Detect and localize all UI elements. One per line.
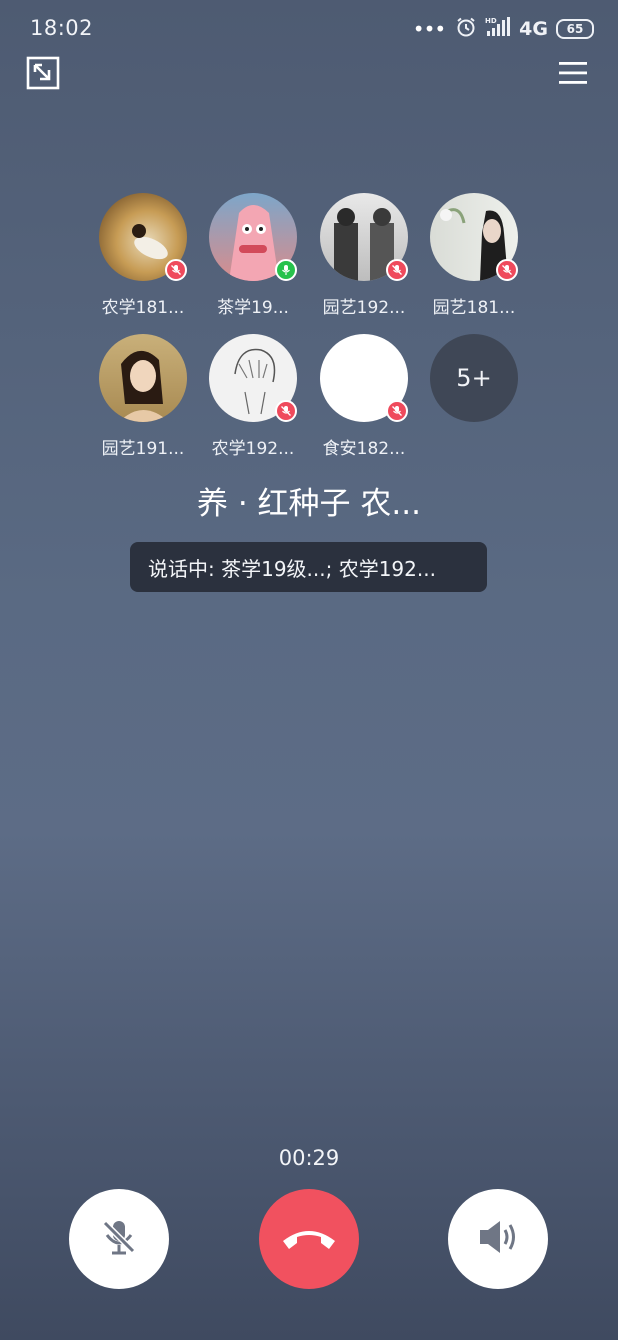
member-item[interactable]: 农学192... [209,334,297,459]
member-name: 食安182... [322,439,406,459]
minimize-icon [26,56,60,94]
status-bar: 18:02 ••• HD 4G 65 [0,0,618,56]
member-item[interactable]: 园艺181... [430,193,518,318]
mic-active-icon [275,259,297,281]
call-timer: 00:29 [278,1146,340,1170]
menu-icon [558,60,588,90]
mic-muted-icon [275,400,297,422]
svg-text:HD: HD [485,17,497,25]
member-item[interactable]: 茶学19... [209,193,297,318]
member-name: 园艺181... [432,298,516,318]
member-item[interactable]: 农学181... [99,193,187,318]
menu-button[interactable] [556,58,590,92]
phone-hangup-icon [277,1217,341,1261]
mic-muted-icon [165,259,187,281]
battery-icon: 65 [556,19,594,39]
mute-button[interactable] [69,1189,169,1289]
member-name: 农学181... [101,298,185,318]
member-item[interactable]: 园艺191... [99,334,187,459]
member-name: 农学192... [211,439,295,459]
mic-muted-icon [386,259,408,281]
mic-muted-icon [496,259,518,281]
more-members-button[interactable]: 5+ [430,334,518,452]
signal-icon: HD [485,16,511,42]
group-title: 养 · 红种子 农... [197,486,421,522]
mic-muted-icon [386,400,408,422]
member-item[interactable]: 食安182... [320,334,408,459]
hangup-button[interactable] [259,1189,359,1289]
more-members-count: 5+ [430,334,518,422]
member-name: 茶学19... [217,298,289,318]
member-name: 园艺192... [322,298,406,318]
avatar [99,334,187,422]
member-name: 园艺191... [101,439,185,459]
status-time: 18:02 [30,16,94,40]
status-icons: ••• HD 4G 65 [413,16,594,42]
battery-level: 65 [566,22,584,36]
speaking-indicator: 说话中: 茶学19级...; 农学192... [130,542,487,592]
alarm-icon [455,16,477,42]
speaker-icon [474,1215,522,1263]
member-item[interactable]: 园艺192... [320,193,408,318]
speaker-button[interactable] [448,1189,548,1289]
network-label: 4G [519,18,548,40]
mic-off-icon [97,1215,141,1263]
more-dots-icon: ••• [412,17,446,41]
minimize-button[interactable] [26,56,60,94]
